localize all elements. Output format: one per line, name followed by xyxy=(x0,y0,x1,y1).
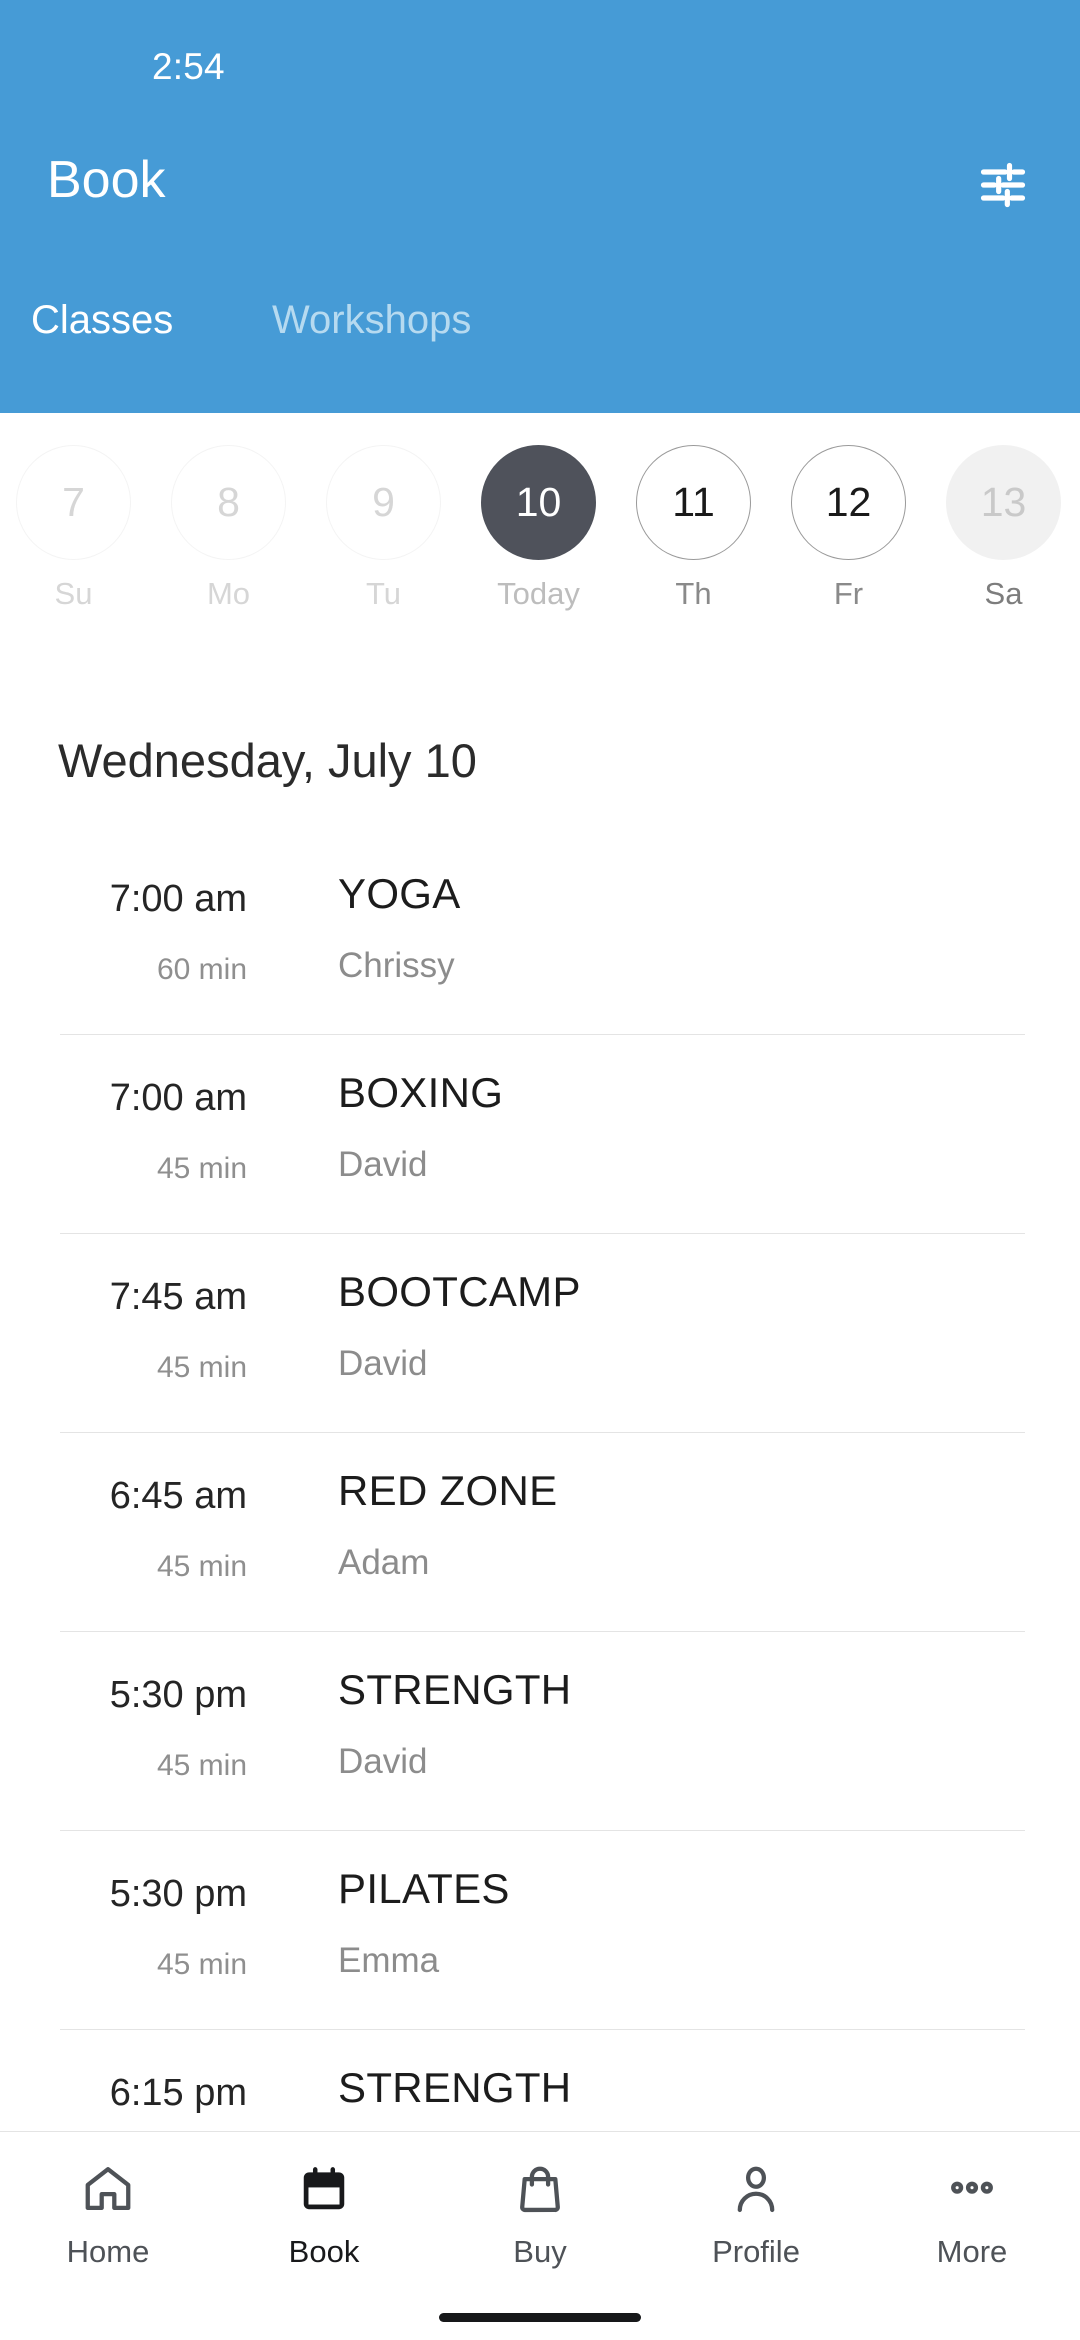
date-weekday: Fr xyxy=(833,576,864,611)
filter-button[interactable] xyxy=(968,150,1038,220)
status-bar: 2:54 xyxy=(0,0,1080,104)
class-coach: David xyxy=(338,1742,428,1781)
class-name: RED ZONE xyxy=(338,1467,558,1514)
more-dots-icon xyxy=(945,2158,999,2220)
class-duration: 45 min xyxy=(156,1351,247,1384)
home-indicator xyxy=(439,2313,641,2322)
shopping-bag-icon xyxy=(513,2158,567,2220)
date-weekday: Tu xyxy=(365,576,402,611)
date-number: 9 xyxy=(326,445,441,560)
tab-workshops[interactable]: Workshops xyxy=(272,300,471,340)
date-cell-8[interactable]: 8 Mo xyxy=(151,445,306,635)
nav-item-profile[interactable]: Profile xyxy=(648,2158,864,2298)
table-row[interactable]: 6:15 pm STRENGTH xyxy=(0,2029,1080,2131)
nav-label: More xyxy=(936,2234,1008,2269)
nav-item-book[interactable]: Book xyxy=(216,2158,432,2298)
date-weekday: Sa xyxy=(984,576,1023,611)
app-screen: 2:54 Book Classes Workshops 7 Su 8 Mo 9 … xyxy=(0,0,1080,2340)
date-number: 11 xyxy=(636,445,751,560)
date-number: 10 xyxy=(481,445,596,560)
date-weekday: Today xyxy=(497,576,580,611)
table-row[interactable]: 7:00 am 60 min YOGA Chrissy xyxy=(0,835,1080,1034)
class-time: 7:45 am xyxy=(109,1276,247,1318)
date-weekday: Su xyxy=(54,576,93,611)
date-cell-today[interactable]: 10 Today xyxy=(461,445,616,635)
date-number: 12 xyxy=(791,445,906,560)
class-coach: Chrissy xyxy=(338,946,455,985)
page-title: Book xyxy=(47,151,166,209)
class-coach: Adam xyxy=(338,1543,430,1582)
class-time: 7:00 am xyxy=(109,1077,247,1119)
date-cell-11[interactable]: 11 Th xyxy=(616,445,771,635)
nav-item-home[interactable]: Home xyxy=(0,2158,216,2298)
person-icon xyxy=(729,2158,783,2220)
class-time: 7:00 am xyxy=(109,878,247,920)
nav-item-more[interactable]: More xyxy=(864,2158,1080,2298)
class-time: 6:45 am xyxy=(109,1475,247,1517)
class-name: PILATES xyxy=(338,1865,510,1912)
date-cell-13[interactable]: 13 Sa xyxy=(926,445,1080,635)
bottom-navigation: Home Book Buy Profile More xyxy=(0,2131,1080,2340)
day-heading: Wednesday, July 10 xyxy=(58,734,477,787)
class-time: 5:30 pm xyxy=(109,1873,247,1915)
app-bar: Book xyxy=(0,104,1080,264)
table-row[interactable]: 7:45 am 45 min BOOTCAMP David xyxy=(0,1233,1080,1432)
date-weekday: Th xyxy=(675,576,712,611)
nav-item-buy[interactable]: Buy xyxy=(432,2158,648,2298)
nav-label: Buy xyxy=(513,2234,567,2269)
class-duration: 45 min xyxy=(156,1948,247,1981)
class-list[interactable]: 7:00 am 60 min YOGA Chrissy 7:00 am 45 m… xyxy=(0,835,1080,2131)
class-time: 5:30 pm xyxy=(109,1674,247,1716)
class-coach: Emma xyxy=(338,1941,440,1980)
tune-filter-icon xyxy=(977,159,1029,211)
class-name: STRENGTH xyxy=(338,2064,572,2111)
date-number: 7 xyxy=(16,445,131,560)
class-coach: David xyxy=(338,1145,428,1184)
date-number: 13 xyxy=(946,445,1061,560)
nav-label: Profile xyxy=(712,2234,800,2269)
class-name: STRENGTH xyxy=(338,1666,572,1713)
class-duration: 45 min xyxy=(156,1152,247,1185)
date-weekday: Mo xyxy=(206,576,251,611)
date-cell-9[interactable]: 9 Tu xyxy=(306,445,461,635)
home-icon xyxy=(81,2158,135,2220)
class-time: 6:15 pm xyxy=(109,2072,247,2114)
class-duration: 60 min xyxy=(156,953,247,986)
table-row[interactable]: 6:45 am 45 min RED ZONE Adam xyxy=(0,1432,1080,1631)
class-duration: 45 min xyxy=(156,1749,247,1782)
class-duration: 45 min xyxy=(156,1550,247,1583)
tab-bar: Classes Workshops xyxy=(0,300,1080,380)
table-row[interactable]: 7:00 am 45 min BOXING David xyxy=(0,1034,1080,1233)
tab-classes[interactable]: Classes xyxy=(31,300,173,340)
nav-label: Book xyxy=(288,2234,360,2269)
table-row[interactable]: 5:30 pm 45 min STRENGTH David xyxy=(0,1631,1080,1830)
table-row[interactable]: 5:30 pm 45 min PILATES Emma xyxy=(0,1830,1080,2029)
class-coach: David xyxy=(338,1344,428,1383)
date-cell-7[interactable]: 7 Su xyxy=(0,445,151,635)
date-number: 8 xyxy=(171,445,286,560)
class-name: BOXING xyxy=(338,1069,504,1116)
class-name: BOOTCAMP xyxy=(338,1268,581,1315)
class-name: YOGA xyxy=(338,870,461,917)
status-bar-clock: 2:54 xyxy=(152,46,225,87)
calendar-icon xyxy=(297,2158,351,2220)
nav-label: Home xyxy=(66,2234,150,2269)
date-strip[interactable]: 7 Su 8 Mo 9 Tu 10 Today 11 Th 12 Fr 13 S… xyxy=(0,413,1080,653)
date-cell-12[interactable]: 12 Fr xyxy=(771,445,926,635)
app-header: 2:54 Book Classes Workshops xyxy=(0,0,1080,413)
